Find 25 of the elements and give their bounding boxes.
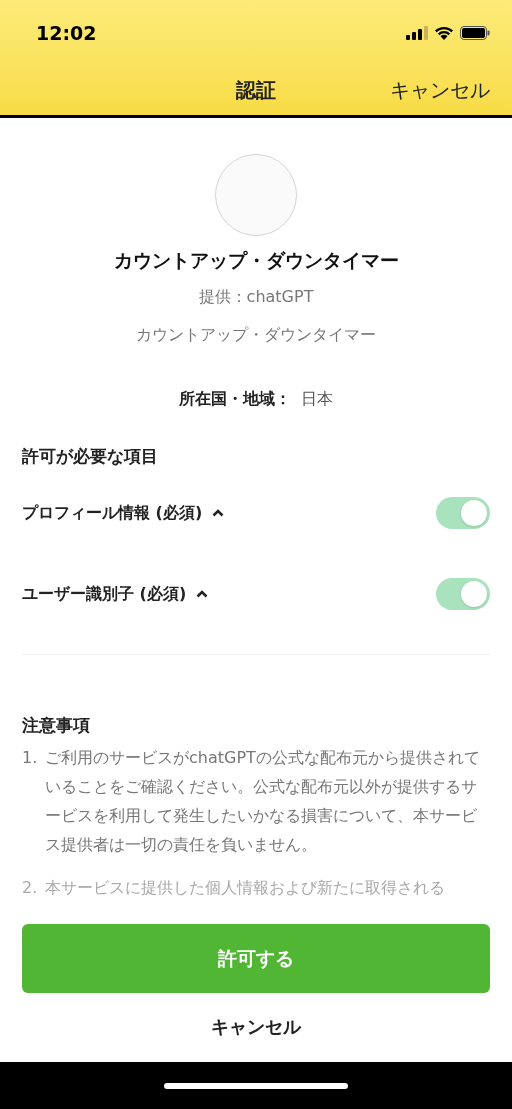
section-heading: 許可が必要な項目 [22,444,159,468]
provider-text: 提供：chatGPT [198,285,314,308]
chevron-up-icon[interactable] [196,590,209,598]
battery-icon [460,26,490,40]
notes-heading: 注意事項 [22,714,91,737]
note-text: ご利用のサービスがchatGPTの公式な配布元から提供されていることをご確認ください。公式な配布元以外が提供するサービスを利用して発生したいかなる損害について、本サービス提供者は一切の責任を負いません。 [45,746,481,856]
home-indicator[interactable] [164,1082,348,1089]
wifi-icon [434,26,454,40]
toggle-switch[interactable] [436,578,490,610]
note-text: 本サービスに提供した個人情報および新たに取得される [45,876,445,899]
toggle-switch[interactable] [436,497,490,529]
region-label: 所在国・地域： [179,387,291,410]
note-number: 2. [22,876,39,899]
status-time: 12:02 [36,20,97,46]
app-name: カウントアップ・ダウンタイマー [113,248,399,273]
app-description: カウントアップ・ダウンタイマー [136,323,376,346]
permission-label: プロフィール情報 (必須) [22,502,203,524]
note-number: 1. [22,746,39,769]
cancel-link[interactable]: キャンセル [390,74,490,105]
region-value: 日本 [301,387,333,410]
cancel-button[interactable]: キャンセル [211,1012,301,1040]
signal-icon [406,26,428,40]
permission-label: ユーザー識別子 (必須) [22,583,187,605]
nav-title: 認証 [236,76,276,104]
chevron-up-icon[interactable] [212,509,225,517]
